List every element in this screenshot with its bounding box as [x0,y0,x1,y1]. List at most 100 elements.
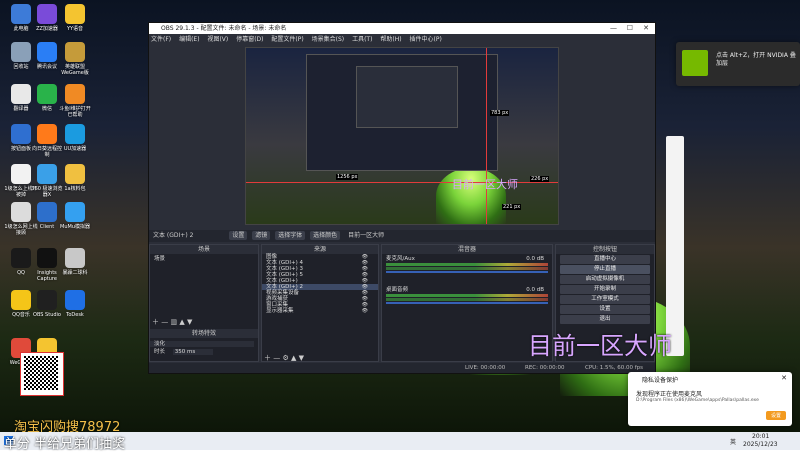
desktop-icon[interactable]: UU加速器 [58,124,92,152]
source-filters-button[interactable]: 滤镜 [252,231,271,240]
menu-tools[interactable]: 工具(T) [352,36,372,43]
menu-file[interactable]: 文件(F) [151,36,171,43]
desktop-icon[interactable]: 1a核料包 [58,164,92,192]
app-icon [65,4,85,24]
taskbar-time[interactable]: 20:01 [752,433,769,440]
app-icon [11,202,31,222]
transitions-title: 转场特效 [150,329,258,338]
app-icon [37,4,57,24]
desktop-icon-label: 1a核料包 [64,186,86,192]
desktop-icon-label: UU加速器 [63,146,87,152]
privacy-path: D:\Program Files (x86)\WeGame\apps\Palla… [636,398,759,403]
popup-close-icon[interactable]: ✕ [781,374,787,382]
bottom-overlay-text-2: 单分 半给兄弟们抽奖 [4,437,126,452]
app-icon [11,84,31,104]
size-label-width: 1256 px [336,174,359,180]
menu-help[interactable]: 帮助(H) [380,36,401,43]
privacy-body: 发现程序正在使用麦克风 [636,391,703,398]
channel-db: 0.0 dB [526,287,544,293]
menu-profile[interactable]: 配置文件(P) [271,36,303,43]
visibility-icon[interactable]: 👁 [362,308,368,314]
privacy-settings-button[interactable]: 设置 [765,411,786,420]
app-icon [11,290,31,310]
start-recording-button[interactable]: 开始录制 [560,285,650,294]
stop-streaming-button[interactable]: 停止直播 [560,265,650,274]
settings-button[interactable]: 设置 [560,305,650,314]
rec-status: REC: 00:00:00 [525,365,565,371]
desktop-icon[interactable]: ToDesk [58,290,92,318]
app-icon [65,164,85,184]
up-icon[interactable]: ▲ [291,354,296,362]
desktop-icon-label: YY语音 [66,26,84,32]
app-icon [37,124,57,144]
channel-db: 0.0 dB [526,256,544,262]
desktop-icon[interactable]: 斗鱼Ⅰ维护打开已帮助 [58,84,92,118]
transition-type[interactable]: 淡化 [150,341,254,347]
channel-name: 麦克风/Aux [386,256,415,262]
menu-edit[interactable]: 编辑(E) [179,36,199,43]
add-icon[interactable]: ＋ [152,318,159,326]
sources-title: 来源 [262,245,378,254]
app-icon [37,84,57,104]
select-color-button[interactable]: 选择颜色 [310,231,341,240]
desktop-icon-label: ToDesk [66,312,84,318]
app-icon [11,248,31,268]
volume-meter [386,263,548,266]
qr-code-pattern [24,356,58,390]
minimize-icon[interactable]: — [610,23,617,34]
app-icon [37,248,57,268]
volume-slider[interactable] [386,302,548,304]
stream-center-button[interactable]: 直播中心 [560,255,650,264]
nvidia-notification[interactable]: 点击 Alt+Z，打开 NVIDIA 叠加层 [676,42,800,86]
mixer-channel: 麦克风/Aux 0.0 dB [382,256,552,273]
gear-icon[interactable]: ⚙ [282,354,288,362]
select-font-button[interactable]: 选择字体 [275,231,306,240]
nvidia-logo-icon [682,50,708,76]
source-settings-button[interactable]: 设置 [229,231,248,240]
channel-name: 桌面音频 [386,287,409,293]
source-item[interactable]: 显示器采集 👁 [262,308,378,314]
app-icon [65,84,85,104]
volume-slider[interactable] [386,271,548,273]
exit-button[interactable]: 退出 [560,315,650,324]
app-icon [37,42,57,62]
menu-scene-collection[interactable]: 场景集合(S) [312,36,345,43]
maximize-icon[interactable]: ☐ [627,23,633,34]
scene-item[interactable]: 场景 [150,256,258,262]
privacy-popup[interactable]: 隐私设备保护 ✕ 发现程序正在使用麦克风 D:\Program Files (x… [628,372,792,426]
app-icon [65,42,85,62]
sources-controls: ＋ — ⚙ ▲ ▼ [264,353,304,363]
obs-titlebar[interactable]: OBS 29.1.3 - 配置文件: 未命名 - 场景: 未命名 — ☐ ✕ [149,23,655,34]
taskbar-language[interactable]: 英 [730,437,736,446]
desktop-icon[interactable]: 英雄联盟WeGame版 [58,42,92,76]
controls-title: 控制按钮 [556,245,654,254]
menu-docks[interactable]: 停靠窗(D) [236,36,263,43]
close-icon[interactable]: ✕ [643,23,649,34]
source-toolbar: 文本 (GDI+) 2 设置 滤镜 选择字体 选择颜色 目前一区大师 [149,230,655,242]
desktop-icon[interactable]: 暴躁二球科 [58,248,92,276]
down-icon[interactable]: ▼ [187,318,192,326]
start-virtual-camera-button[interactable]: 启动虚拟摄像机 [560,275,650,284]
app-icon [37,164,57,184]
source-text-value[interactable]: 目前一区大师 [348,232,384,239]
app-icon [65,202,85,222]
filter-icon[interactable]: ▥ [170,318,177,326]
desktop-icon[interactable]: MuMu模拟器 [58,202,92,230]
app-icon [65,290,85,310]
app-icon [11,42,31,62]
duration-input[interactable]: 350 ms [172,349,214,355]
add-source-icon[interactable]: ＋ [264,354,271,362]
studio-mode-button[interactable]: 工作室模式 [560,295,650,304]
obs-window[interactable]: OBS 29.1.3 - 配置文件: 未命名 - 场景: 未命名 — ☐ ✕ 文… [148,22,656,374]
desktop-icon[interactable]: YY语音 [58,4,92,32]
remove-source-icon[interactable]: — [273,354,280,362]
desktop-icon-label: 暴躁二球科 [62,270,88,276]
menu-plugins[interactable]: 插件中心(P) [409,36,441,43]
menu-view[interactable]: 视图(V) [207,36,228,43]
preview-canvas[interactable]: 1256 px 783 px 226 px 221 px 目前一区大师 [245,47,559,225]
remove-icon[interactable]: — [161,318,168,326]
taskbar-date[interactable]: 2025/12/23 [743,441,778,448]
sources-panel: 来源 图像 👁 文本 (GDI+) 4 👁 文本 (GDI+) 3 👁 文本 (GDI+) … [261,244,379,362]
down-icon[interactable]: ▼ [299,354,304,362]
up-icon[interactable]: ▲ [179,318,184,326]
